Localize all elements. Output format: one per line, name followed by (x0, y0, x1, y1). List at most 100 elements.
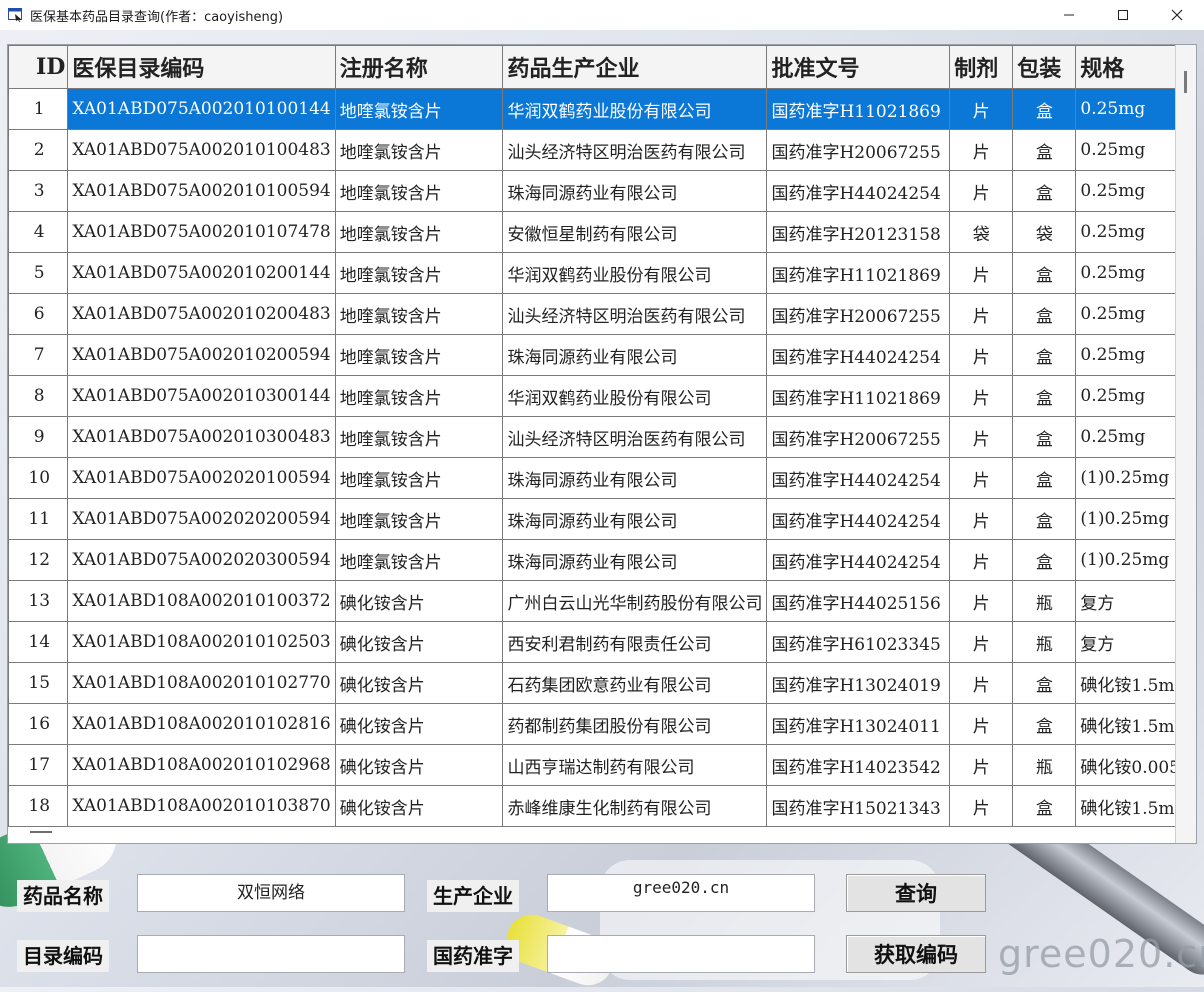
cell-id[interactable]: 7 (8, 334, 69, 376)
cell-form[interactable]: 片 (949, 252, 1014, 294)
maximize-button[interactable] (1096, 0, 1150, 30)
cell-package[interactable]: 瓶 (1012, 744, 1077, 786)
cell-id[interactable]: 2 (8, 129, 69, 171)
cell-code[interactable]: XA01ABD075A002010100594 (67, 170, 336, 212)
cell-name[interactable]: 碘化铵含片 (334, 744, 504, 786)
table-row[interactable]: 17 XA01ABD108A002010102968 碘化铵含片 山西亨瑞达制药有限公… (8, 744, 1196, 786)
table-row[interactable]: 15 XA01ABD108A002010102770 碘化铵含片 石药集团欧意药业有限… (8, 662, 1196, 704)
column-header-approval[interactable]: 批准文号 (766, 45, 951, 89)
cell-manufacturer[interactable]: 山西亨瑞达制药有限公司 (502, 744, 768, 786)
table-row[interactable]: 4 XA01ABD075A002010107478 地喹氯铵含片 安徽恒星制药有限公司… (8, 211, 1196, 253)
cell-approval[interactable]: 国药准字H44024254 (766, 170, 951, 212)
cell-name[interactable]: 碘化铵含片 (334, 621, 504, 663)
cell-manufacturer[interactable]: 石药集团欧意药业有限公司 (502, 662, 768, 704)
cell-form[interactable]: 片 (949, 129, 1014, 171)
cell-code[interactable]: XA01ABD075A002010200483 (67, 293, 336, 335)
cell-name[interactable]: 地喹氯铵含片 (334, 129, 504, 171)
cell-code[interactable]: XA01ABD075A002010200594 (67, 334, 336, 376)
cell-manufacturer[interactable]: 汕头经济特区明治医药有限公司 (502, 293, 768, 335)
cell-name[interactable]: 碘化铵含片 (334, 662, 504, 704)
cell-package[interactable]: 盒 (1012, 252, 1077, 294)
cell-manufacturer[interactable]: 药都制药集团股份有限公司 (502, 703, 768, 745)
cell-manufacturer[interactable]: 华润双鹤药业股份有限公司 (502, 88, 768, 130)
cell-approval[interactable]: 国药准字H20067255 (766, 129, 951, 171)
column-header-code[interactable]: 医保目录编码 (67, 45, 336, 89)
cell-manufacturer[interactable]: 西安利君制药有限责任公司 (502, 621, 768, 663)
cell-code[interactable]: XA01ABD108A002010102770 (67, 662, 336, 704)
cell-id[interactable]: 13 (8, 580, 69, 622)
cell-approval[interactable]: 国药准字H11021869 (766, 252, 951, 294)
cell-code[interactable]: XA01ABD075A002010100144 (67, 88, 336, 130)
cell-form[interactable]: 片 (949, 334, 1014, 376)
cell-name[interactable]: 碘化铵含片 (334, 703, 504, 745)
cell-code[interactable]: XA01ABD108A002010102503 (67, 621, 336, 663)
table-row[interactable]: 9 XA01ABD075A002010300483 地喹氯铵含片 汕头经济特区明治医药… (8, 416, 1196, 458)
cell-manufacturer[interactable]: 珠海同源药业有限公司 (502, 539, 768, 581)
cell-code[interactable]: XA01ABD108A002010102968 (67, 744, 336, 786)
cell-manufacturer[interactable]: 华润双鹤药业股份有限公司 (502, 252, 768, 294)
cell-approval[interactable]: 国药准字H20067255 (766, 416, 951, 458)
get-code-button[interactable]: 获取编码 (846, 935, 986, 973)
cell-manufacturer[interactable]: 赤峰维康生化制药有限公司 (502, 785, 768, 827)
cell-code[interactable]: XA01ABD108A002010103870 (67, 785, 336, 827)
cell-form[interactable]: 袋 (949, 211, 1014, 253)
cell-code[interactable]: XA01ABD075A002010300483 (67, 416, 336, 458)
table-row[interactable]: 5 XA01ABD075A002010200144 地喹氯铵含片 华润双鹤药业股份有限… (8, 252, 1196, 294)
cell-id[interactable]: 1 (8, 88, 69, 130)
column-header-package[interactable]: 包装 (1012, 45, 1077, 89)
cell-package[interactable]: 盒 (1012, 662, 1077, 704)
cell-id[interactable]: 14 (8, 621, 69, 663)
cell-package[interactable]: 盒 (1012, 539, 1077, 581)
table-row[interactable]: 18 XA01ABD108A002010103870 碘化铵含片 赤峰维康生化制药有限… (8, 785, 1196, 827)
cell-package[interactable]: 盒 (1012, 785, 1077, 827)
cell-name[interactable]: 地喹氯铵含片 (334, 334, 504, 376)
cell-form[interactable]: 片 (949, 416, 1014, 458)
cell-approval[interactable]: 国药准字H61023345 (766, 621, 951, 663)
horizontal-scrollbar-thumb[interactable] (30, 831, 52, 833)
cell-id[interactable]: 15 (8, 662, 69, 704)
cell-approval[interactable]: 国药准字H11021869 (766, 375, 951, 417)
cell-approval[interactable]: 国药准字H13024011 (766, 703, 951, 745)
cell-name[interactable]: 碘化铵含片 (334, 785, 504, 827)
cell-package[interactable]: 盒 (1012, 457, 1077, 499)
table-row[interactable]: 16 XA01ABD108A002010102816 碘化铵含片 药都制药集团股份有限… (8, 703, 1196, 745)
cell-code[interactable]: XA01ABD075A002020300594 (67, 539, 336, 581)
table-row[interactable]: 14 XA01ABD108A002010102503 碘化铵含片 西安利君制药有限责任… (8, 621, 1196, 663)
cell-package[interactable]: 瓶 (1012, 621, 1077, 663)
cell-package[interactable]: 盒 (1012, 498, 1077, 540)
cell-manufacturer[interactable]: 汕头经济特区明治医药有限公司 (502, 129, 768, 171)
cell-approval[interactable]: 国药准字H14023542 (766, 744, 951, 786)
cell-package[interactable]: 盒 (1012, 703, 1077, 745)
cell-approval[interactable]: 国药准字H11021869 (766, 88, 951, 130)
cell-id[interactable]: 12 (8, 539, 69, 581)
table-row[interactable]: 12 XA01ABD075A002020300594 地喹氯铵含片 珠海同源药业有限公… (8, 539, 1196, 581)
cell-name[interactable]: 地喹氯铵含片 (334, 211, 504, 253)
cell-manufacturer[interactable]: 珠海同源药业有限公司 (502, 498, 768, 540)
cell-code[interactable]: XA01ABD075A002010100483 (67, 129, 336, 171)
cell-id[interactable]: 17 (8, 744, 69, 786)
cell-name[interactable]: 地喹氯铵含片 (334, 88, 504, 130)
cell-form[interactable]: 片 (949, 621, 1014, 663)
cell-name[interactable]: 地喹氯铵含片 (334, 416, 504, 458)
table-row[interactable]: 6 XA01ABD075A002010200483 地喹氯铵含片 汕头经济特区明治医药… (8, 293, 1196, 335)
cell-manufacturer[interactable]: 广州白云山光华制药股份有限公司 (502, 580, 768, 622)
cell-manufacturer[interactable]: 珠海同源药业有限公司 (502, 170, 768, 212)
cell-approval[interactable]: 国药准字H15021343 (766, 785, 951, 827)
table-row[interactable]: 1 XA01ABD075A002010100144 地喹氯铵含片 华润双鹤药业股份有限… (8, 88, 1196, 130)
cell-form[interactable]: 片 (949, 375, 1014, 417)
cell-name[interactable]: 碘化铵含片 (334, 580, 504, 622)
column-header-manufacturer[interactable]: 药品生产企业 (502, 45, 768, 89)
cell-manufacturer[interactable]: 安徽恒星制药有限公司 (502, 211, 768, 253)
cell-id[interactable]: 6 (8, 293, 69, 335)
table-row[interactable]: 10 XA01ABD075A002020100594 地喹氯铵含片 珠海同源药业有限公… (8, 457, 1196, 499)
cell-code[interactable]: XA01ABD075A002010200144 (67, 252, 336, 294)
cell-name[interactable]: 地喹氯铵含片 (334, 293, 504, 335)
cell-id[interactable]: 18 (8, 785, 69, 827)
cell-form[interactable]: 片 (949, 580, 1014, 622)
cell-code[interactable]: XA01ABD075A002020100594 (67, 457, 336, 499)
close-button[interactable] (1150, 0, 1204, 30)
cell-approval[interactable]: 国药准字H44024254 (766, 457, 951, 499)
cell-name[interactable]: 地喹氯铵含片 (334, 170, 504, 212)
cell-approval[interactable]: 国药准字H20123158 (766, 211, 951, 253)
cell-code[interactable]: XA01ABD108A002010100372 (67, 580, 336, 622)
